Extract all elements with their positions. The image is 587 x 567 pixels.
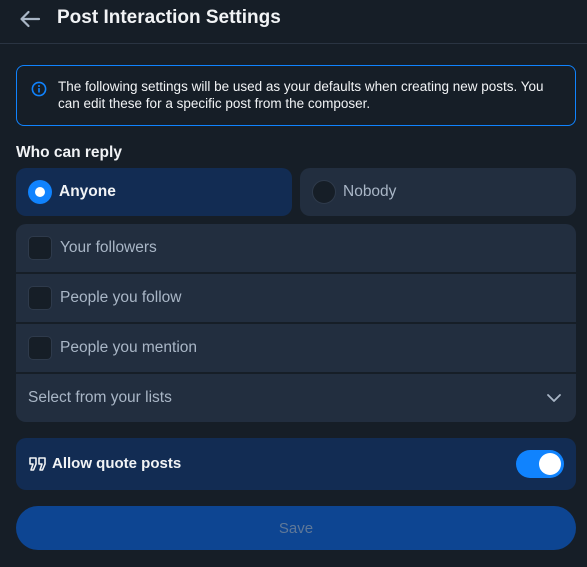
chevron-down-icon bbox=[547, 394, 561, 402]
radio-nobody[interactable]: Nobody bbox=[300, 168, 576, 216]
info-text: The following settings will be used as y… bbox=[58, 79, 544, 111]
quote-icon bbox=[29, 457, 46, 471]
checkbox-box bbox=[28, 286, 52, 310]
radio-anyone[interactable]: Anyone bbox=[16, 168, 292, 216]
arrow-left-icon bbox=[20, 10, 41, 28]
header: Post Interaction Settings bbox=[0, 0, 587, 44]
checkbox-label: People you follow bbox=[60, 289, 182, 306]
page-title: Post Interaction Settings bbox=[57, 7, 281, 28]
checkbox-people-you-mention[interactable]: People you mention bbox=[16, 324, 576, 372]
checkbox-your-followers[interactable]: Your followers bbox=[16, 224, 576, 272]
back-button[interactable] bbox=[18, 8, 42, 30]
reply-options-group: Your followers People you follow People … bbox=[16, 224, 576, 422]
checkbox-people-you-follow[interactable]: People you follow bbox=[16, 274, 576, 322]
checkbox-label: People you mention bbox=[60, 339, 198, 356]
toggle-knob bbox=[539, 453, 561, 475]
info-circle-icon bbox=[31, 81, 47, 97]
who-can-reply-label: Who can reply bbox=[16, 144, 122, 161]
radio-nobody-label: Nobody bbox=[343, 183, 397, 200]
select-from-lists-dropdown[interactable]: Select from your lists bbox=[16, 374, 576, 422]
allow-quote-posts-label: Allow quote posts bbox=[52, 455, 182, 472]
allow-quote-posts-row[interactable]: Allow quote posts bbox=[16, 438, 576, 490]
radio-anyone-label: Anyone bbox=[59, 183, 116, 200]
checkbox-box bbox=[28, 336, 52, 360]
info-notice: The following settings will be used as y… bbox=[16, 65, 576, 126]
radio-unselected-icon bbox=[312, 180, 336, 204]
checkbox-box bbox=[28, 236, 52, 260]
radio-selected-icon bbox=[28, 180, 52, 204]
select-lists-label: Select from your lists bbox=[28, 389, 172, 406]
allow-quote-posts-toggle[interactable] bbox=[516, 450, 564, 478]
save-button[interactable]: Save bbox=[16, 506, 576, 550]
checkbox-label: Your followers bbox=[60, 239, 157, 256]
